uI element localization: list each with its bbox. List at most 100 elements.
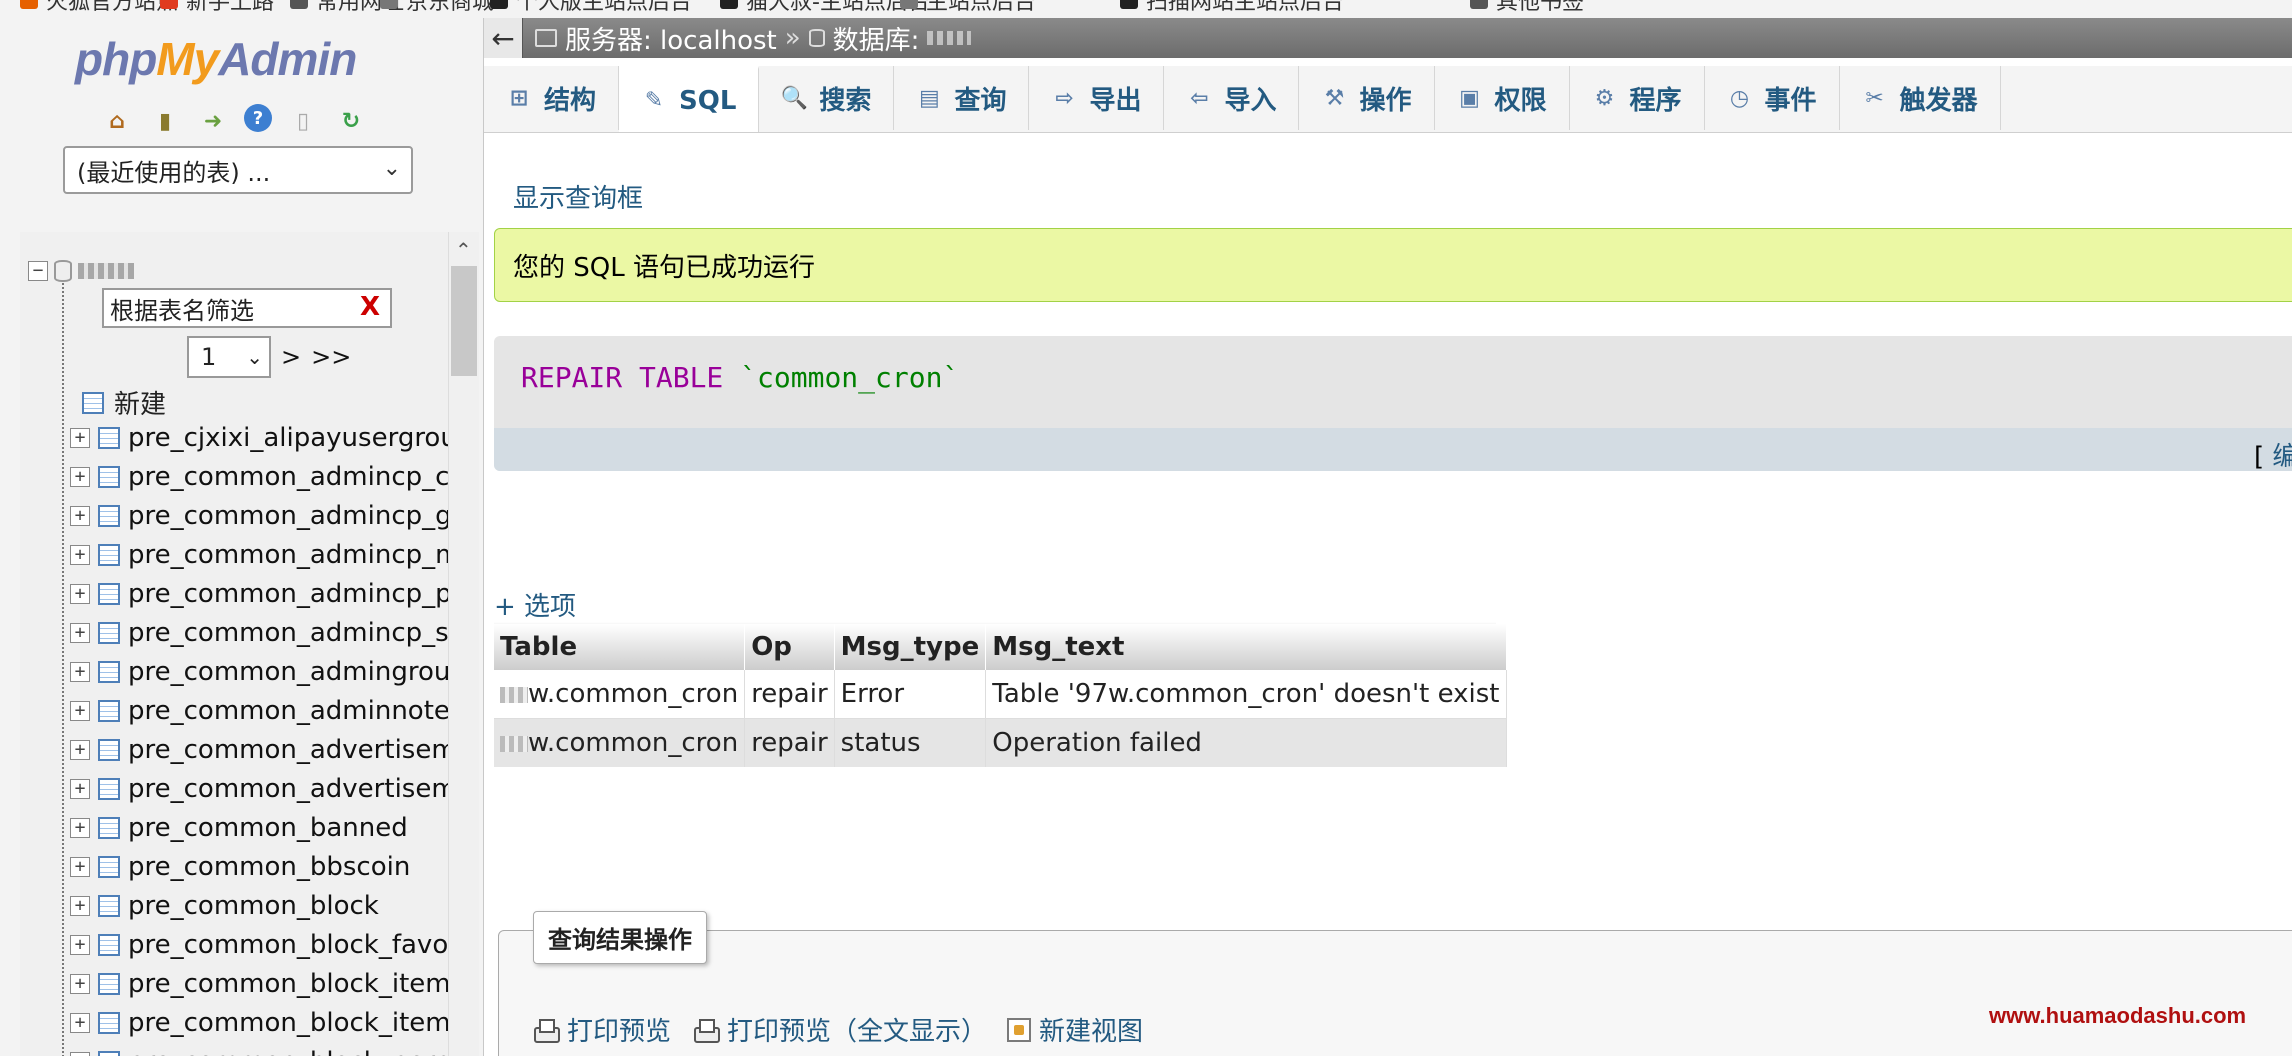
redacted-prefix xyxy=(500,735,528,752)
column-header[interactable]: Op xyxy=(744,624,835,670)
expand-icon[interactable]: + xyxy=(70,739,90,760)
bookmark-item[interactable]: 新手上路 xyxy=(160,0,274,15)
clear-filter-icon[interactable]: X xyxy=(360,292,380,322)
expand-icon[interactable]: + xyxy=(70,505,90,526)
recent-tables-select[interactable]: (最近使用的表) ... ⌄ xyxy=(63,146,413,194)
tab-triggers[interactable]: ✂ 触发器 xyxy=(1840,66,2001,130)
docs-icon[interactable]: ▯ xyxy=(286,104,320,138)
tab-routines[interactable]: ⚙ 程序 xyxy=(1570,66,1705,130)
tab-clock[interactable]: ◷ 事件 xyxy=(1705,66,1840,130)
breadcrumb-database[interactable]: 数据库: xyxy=(833,20,920,57)
tab-structure[interactable]: ⊞ 结构 xyxy=(484,66,620,130)
expand-icon[interactable]: + xyxy=(70,1051,90,1056)
logout-icon[interactable]: ▮ xyxy=(148,104,182,138)
column-header[interactable]: Msg_text xyxy=(985,624,1507,670)
table-tree-item[interactable]: + pre_common_bbscoin xyxy=(70,847,448,886)
expand-icon[interactable]: + xyxy=(70,544,90,565)
bookmark-item[interactable]: 扫描网站主站点后台 xyxy=(1120,0,1344,15)
page-select[interactable]: 1 ⌄ xyxy=(187,336,271,378)
print-preview-full-link[interactable]: 打印预览（全文显示） xyxy=(691,1011,987,1048)
expand-icon[interactable]: + xyxy=(70,973,90,994)
bookmark-icon xyxy=(1120,0,1138,9)
table-icon xyxy=(98,1050,120,1056)
expand-icon[interactable]: + xyxy=(70,661,90,682)
expand-icon[interactable]: + xyxy=(70,1012,90,1033)
table-tree-item[interactable]: + pre_common_banned xyxy=(70,808,448,847)
expand-icon[interactable]: + xyxy=(70,934,90,955)
tab-sql[interactable]: ✎ SQL xyxy=(619,66,760,132)
bookmark-item[interactable]: 主站点后台 xyxy=(900,0,1036,15)
tree-scrollbar[interactable]: ⌃ xyxy=(448,232,479,1056)
table-tree-item[interactable]: + pre_common_adminnote xyxy=(70,691,448,730)
query-window-icon[interactable]: ➜ xyxy=(196,104,230,138)
tab-bar: ⊞ 结构 ✎ SQL 🔍 搜索 ▤ 查询 ⇨ 导出 ⇦ 导入 ⚒ 操作 ▣ 权限 ⚙ 程序 ◷ 事件 ✂ 触发器 xyxy=(484,66,2292,133)
table-tree-item[interactable]: + pre_common_advertisement xyxy=(70,730,448,769)
bookmark-item[interactable]: 个人版主站点后台 xyxy=(490,0,692,15)
table-tree-item[interactable]: + pre_common_block_item_data xyxy=(70,1003,448,1042)
table-tree-item[interactable]: + pre_cjxixi_alipayusergroup xyxy=(70,418,448,457)
new-table-item[interactable]: 新建 xyxy=(82,384,166,421)
column-header[interactable]: Msg_type xyxy=(834,624,987,670)
reload-icon[interactable]: ↻ xyxy=(334,104,368,138)
table-tree-item[interactable]: + pre_common_block_favorite xyxy=(70,925,448,964)
table-filter-input[interactable]: 根据表名筛选 X xyxy=(102,288,392,328)
table-tree-item[interactable]: + pre_common_admincp_perm xyxy=(70,574,448,613)
expand-icon[interactable]: + xyxy=(70,466,90,487)
table-icon xyxy=(98,1011,120,1034)
bookmarks-bar: 火狐官方站点 新手上路 常用网址 京东商城 个人版主站点后台 猫大叔-主站点后台 主站点后台… xyxy=(0,0,2292,19)
scroll-thumb[interactable] xyxy=(451,266,477,376)
expand-icon[interactable]: + xyxy=(70,700,90,721)
edit-query-link[interactable]: [ 编辑 xyxy=(2254,436,2292,473)
expand-icon[interactable]: + xyxy=(70,427,90,448)
table-tree-item[interactable]: + pre_common_block_item xyxy=(70,964,448,1003)
phpmyadmin-logo[interactable]: phpMyAdmin xyxy=(75,32,357,86)
tab-query[interactable]: ▤ 查询 xyxy=(894,66,1030,130)
expand-icon[interactable]: + xyxy=(70,622,90,643)
collapse-icon[interactable]: − xyxy=(28,261,48,281)
back-button[interactable]: ← xyxy=(484,18,523,58)
create-view-link[interactable]: 新建视图 xyxy=(1007,1011,1143,1048)
table-icon xyxy=(98,621,120,644)
expand-icon[interactable]: + xyxy=(70,856,90,877)
print-preview-link[interactable]: 打印预览 xyxy=(531,1011,671,1048)
tab-search[interactable]: 🔍 搜索 xyxy=(759,66,895,130)
expand-icon[interactable]: + xyxy=(70,895,90,916)
show-query-box-link[interactable]: 显示查询框 xyxy=(513,178,643,215)
redacted-prefix xyxy=(500,686,528,703)
tab-import[interactable]: ⇦ 导入 xyxy=(1164,66,1300,130)
table-tree-item[interactable]: + pre_common_block_permission xyxy=(70,1042,448,1056)
tab-export[interactable]: ⇨ 导出 xyxy=(1029,66,1165,130)
expand-icon[interactable]: + xyxy=(70,778,90,799)
expand-icon[interactable]: + xyxy=(70,817,90,838)
table-tree-item[interactable]: + pre_common_admincp_group xyxy=(70,496,448,535)
home-icon[interactable]: ⌂ xyxy=(100,104,134,138)
table-name: pre_common_block_favorite xyxy=(128,929,448,960)
table-tree-item[interactable]: + pre_common_admincp_cmenu xyxy=(70,457,448,496)
breadcrumb-server[interactable]: 服务器: localhost xyxy=(565,20,777,57)
scroll-up-icon[interactable]: ⌃ xyxy=(455,238,472,262)
bookmark-label: 主站点后台 xyxy=(926,0,1037,15)
help-icon[interactable]: ? xyxy=(244,104,272,132)
tab-label: 查询 xyxy=(954,85,1007,116)
database-node[interactable]: − xyxy=(28,260,134,282)
table-icon xyxy=(98,816,120,839)
column-header[interactable]: Table xyxy=(494,624,746,670)
expand-icon[interactable]: + xyxy=(70,583,90,604)
table-tree-item[interactable]: + pre_common_advertisement_custom xyxy=(70,769,448,808)
options-link[interactable]: + 选项 xyxy=(494,586,576,623)
tab-wrench[interactable]: ⚒ 操作 xyxy=(1299,66,1435,130)
tab-privileges[interactable]: ▣ 权限 xyxy=(1435,66,1570,130)
bookmark-item[interactable]: 火狐官方站点 xyxy=(20,0,178,15)
table-tree-item[interactable]: + pre_common_admincp_session xyxy=(70,613,448,652)
bookmark-item[interactable]: 猫大叔-主站点后台 xyxy=(720,0,930,15)
table-icon xyxy=(98,660,120,683)
table-cell: repair xyxy=(744,670,835,719)
next-page-link[interactable]: > xyxy=(281,343,301,371)
table-tree-item[interactable]: + pre_common_block xyxy=(70,886,448,925)
last-page-link[interactable]: >> xyxy=(311,343,351,371)
bookmark-item[interactable]: 京东商城 xyxy=(380,0,494,15)
table-tree-item[interactable]: + pre_common_admingroup xyxy=(70,652,448,691)
bookmark-item[interactable]: 其他书签 xyxy=(1470,0,1584,15)
table-tree-item[interactable]: + pre_common_admincp_member xyxy=(70,535,448,574)
chevron-down-icon: ⌄ xyxy=(246,345,263,369)
